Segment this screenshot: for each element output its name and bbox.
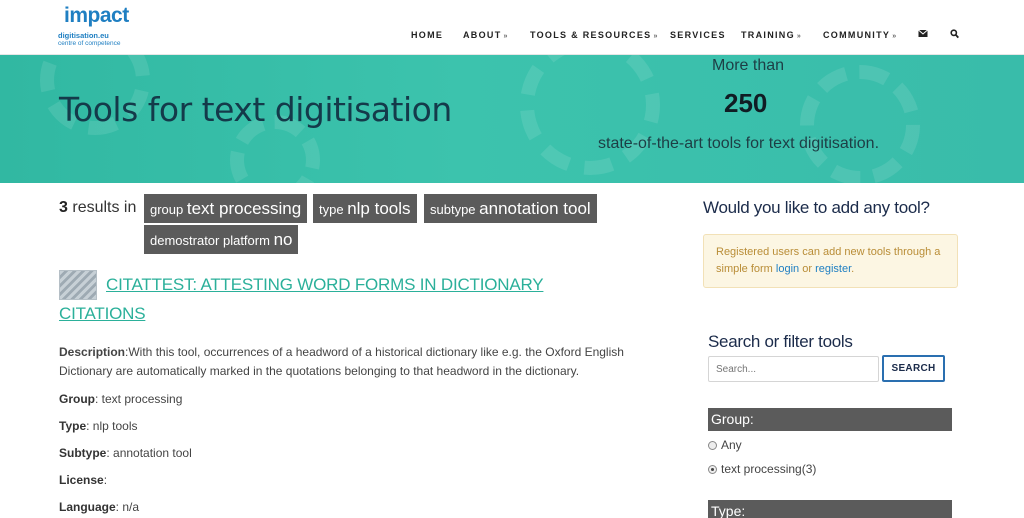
tag-key: type bbox=[319, 202, 344, 217]
tool-group: Group: text processing bbox=[59, 392, 183, 406]
field-label: Group bbox=[59, 392, 95, 406]
alert-or: or bbox=[802, 263, 812, 275]
tag-value: annotation tool bbox=[479, 199, 591, 218]
nav-about[interactable]: ABOUT» bbox=[463, 30, 507, 42]
field-label: Subtype bbox=[59, 446, 107, 460]
filter-tag-subtype[interactable]: subtype annotation tool bbox=[424, 194, 597, 223]
tag-key: subtype bbox=[430, 202, 476, 217]
field-label: Language bbox=[59, 500, 116, 514]
add-tool-heading: Would you like to add any tool? bbox=[703, 198, 930, 217]
tool-license: License: bbox=[59, 473, 108, 487]
field-value: nlp tools bbox=[92, 419, 138, 433]
tag-key: group bbox=[150, 202, 184, 217]
filter-tag-type[interactable]: type nlp tools bbox=[313, 194, 417, 223]
page-title: Tools for text digitisation bbox=[59, 90, 452, 129]
tag-value: no bbox=[273, 230, 293, 249]
chevron-down-icon: » bbox=[653, 33, 658, 40]
nav-tools-resources[interactable]: TOOLS & RESOURCES» bbox=[530, 30, 657, 42]
filter-tag-group[interactable]: group text processing bbox=[144, 194, 308, 223]
tool-type: Type: nlp tools bbox=[59, 419, 138, 433]
chevron-down-icon: » bbox=[796, 33, 801, 40]
nav-services-label: SERVICES bbox=[670, 30, 726, 40]
tool-subtype: Subtype: annotation tool bbox=[59, 446, 192, 460]
field-label: License bbox=[59, 473, 104, 487]
register-link[interactable]: register bbox=[815, 263, 851, 275]
field-label: Type bbox=[59, 419, 87, 433]
tag-value: text processing bbox=[186, 199, 302, 218]
chevron-down-icon: » bbox=[503, 33, 508, 40]
field-value: annotation tool bbox=[113, 446, 192, 460]
nav-community[interactable]: COMMUNITY» bbox=[823, 30, 896, 42]
field-value: text processing bbox=[101, 392, 183, 406]
results-count: 3 bbox=[59, 199, 68, 216]
banner-tool-count: 250 bbox=[724, 88, 768, 118]
group-option-text-processing[interactable]: text processing(3) bbox=[708, 462, 816, 476]
top-navigation-bar: impact digitisation.eu centre of compete… bbox=[0, 0, 1024, 55]
field-value: n/a bbox=[122, 500, 140, 514]
gear-decoration-icon bbox=[520, 55, 660, 175]
results-summary: 3 results in bbox=[59, 199, 136, 217]
description-label: Description bbox=[59, 345, 126, 359]
logo-line2: digitisation.eu bbox=[58, 31, 109, 40]
description-text: With this tool, occurrences of a headwor… bbox=[59, 345, 624, 378]
hero-banner: Tools for text digitisation More than 25… bbox=[0, 55, 1024, 183]
group-option-any[interactable]: Any bbox=[708, 438, 742, 452]
tool-language: Language: n/a bbox=[59, 500, 140, 514]
radio-button[interactable] bbox=[708, 441, 717, 450]
chevron-down-icon: » bbox=[892, 33, 897, 40]
filter-tag-demonstrator[interactable]: demostrator platform no bbox=[144, 225, 299, 254]
search-button[interactable]: SEARCH bbox=[882, 355, 945, 382]
results-text: results in bbox=[72, 199, 137, 216]
register-alert: Registered users can add new tools throu… bbox=[703, 234, 958, 288]
tag-key: demostrator platform bbox=[150, 233, 270, 248]
gear-decoration-icon bbox=[800, 65, 920, 183]
login-link[interactable]: login bbox=[776, 263, 799, 275]
type-filter-header: Type: bbox=[708, 500, 952, 518]
nav-about-label: ABOUT bbox=[463, 30, 502, 40]
logo-line1: impact bbox=[64, 4, 129, 27]
group-filter-header: Group: bbox=[708, 408, 952, 431]
envelope-icon[interactable] bbox=[918, 29, 928, 41]
radio-button-selected[interactable] bbox=[708, 465, 717, 474]
nav-training[interactable]: TRAINING» bbox=[741, 30, 801, 42]
search-input[interactable] bbox=[708, 356, 879, 382]
tool-title-link[interactable]: CITATTEST: ATTESTING WORD FORMS IN DICTI… bbox=[59, 270, 579, 328]
tool-description: Description:With this tool, occurrences … bbox=[59, 345, 624, 378]
banner-more-than: More than bbox=[712, 57, 785, 74]
tag-value: nlp tools bbox=[347, 199, 411, 218]
nav-tools-label: TOOLS & RESOURCES bbox=[530, 30, 652, 40]
banner-subtitle: state-of-the-art tools for text digitisa… bbox=[598, 135, 880, 152]
search-icon[interactable] bbox=[950, 29, 959, 42]
search-filter-heading: Search or filter tools bbox=[708, 332, 853, 351]
radio-label: Any bbox=[721, 438, 742, 452]
logo-line3: centre of competence bbox=[58, 40, 121, 47]
nav-training-label: TRAINING bbox=[741, 30, 795, 40]
nav-home-label: HOME bbox=[411, 30, 444, 40]
nav-home[interactable]: HOME bbox=[411, 30, 443, 42]
nav-community-label: COMMUNITY bbox=[823, 30, 891, 40]
nav-services[interactable]: SERVICES bbox=[670, 30, 726, 42]
site-logo[interactable]: impact digitisation.eu centre of compete… bbox=[58, 4, 168, 50]
radio-label: text processing(3) bbox=[721, 462, 817, 476]
